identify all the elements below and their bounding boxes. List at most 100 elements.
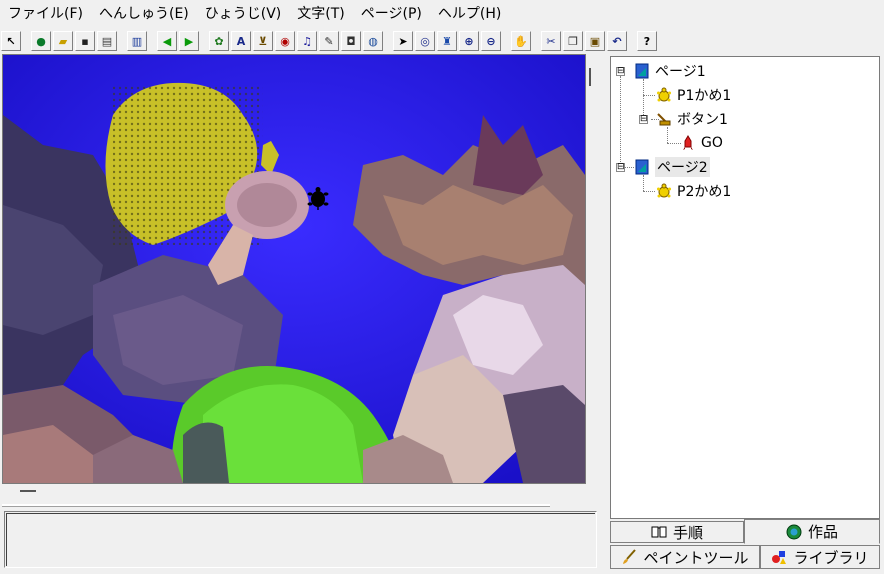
turtle-sprite-icon[interactable] — [307, 186, 329, 210]
toolbar-separator — [148, 30, 156, 52]
copy-icon: ❐ — [568, 34, 578, 48]
horizontal-scroll-indicator[interactable] — [20, 490, 36, 492]
movie-camera-button[interactable]: ◘ — [341, 31, 361, 51]
select-arrow-button[interactable]: ➤ — [393, 31, 413, 51]
select-arrow-icon: ➤ — [398, 34, 408, 48]
vertical-scroll-indicator[interactable] — [589, 68, 591, 86]
toolbar-separator — [628, 30, 636, 52]
tab-paint-tool-label: ペイントツール — [643, 548, 749, 567]
pen-tool-button[interactable]: ✎ — [319, 31, 339, 51]
zoom-in-icon: ⊕ — [464, 34, 474, 48]
tree-node-label: GO — [701, 135, 723, 151]
cut-button[interactable]: ✂ — [541, 31, 561, 51]
toolbar-separator — [200, 30, 208, 52]
globe-world-icon: ◍ — [368, 34, 378, 48]
music-note-icon: ♫ — [302, 34, 312, 48]
tree-node-label: P2かめ1 — [677, 184, 732, 200]
tab-library[interactable]: ライブラリ — [760, 545, 880, 569]
text-box-button[interactable]: A — [231, 31, 251, 51]
toolbar: ↖ ● ▰ ▪ ▤ ▥ ◀ ▶ ✿ A ⊻ ◉ ♫ ✎ ◘ ◍ ➤ ◎ ♜ ⊕ ⊖ ✋ ✂ ❐ ▣ ↶? — [0, 28, 884, 54]
tree-node-page2[interactable]: ページ2 — [633, 156, 710, 178]
tree-node-go[interactable]: GO — [679, 132, 723, 154]
pointer-tool-icon: ↖ — [6, 34, 16, 48]
menu-page[interactable]: ページ(P) — [353, 0, 430, 28]
page-view-button[interactable]: ▥ — [127, 31, 147, 51]
paste-icon: ▣ — [589, 34, 601, 48]
globe-icon — [786, 524, 802, 539]
paste-button[interactable]: ▣ — [585, 31, 605, 51]
arrow-right-icon: ▶ — [184, 34, 194, 48]
eye-button[interactable]: ◎ — [415, 31, 435, 51]
stamp-icon: ♜ — [442, 34, 452, 48]
button-icon — [655, 110, 673, 128]
open-folder-icon: ▰ — [58, 34, 68, 48]
tree-node-page1[interactable]: ページ1 — [633, 60, 706, 82]
stage-canvas[interactable] — [2, 54, 586, 484]
globe-button[interactable]: ● — [31, 31, 51, 51]
arrow-left-icon: ◀ — [162, 34, 172, 48]
toolbar-separator — [118, 30, 126, 52]
menu-view[interactable]: ひょうじ(V) — [197, 0, 290, 28]
tree-node-label: ボタン1 — [677, 112, 728, 128]
turtle-tool-button[interactable]: ✿ — [209, 31, 229, 51]
shapes-icon — [772, 551, 787, 564]
zoom-out-button[interactable]: ⊖ — [481, 31, 501, 51]
save-disk-button[interactable]: ▪ — [75, 31, 95, 51]
open-folder-button[interactable]: ▰ — [53, 31, 73, 51]
arrow-left-button[interactable]: ◀ — [157, 31, 177, 51]
menu-text[interactable]: 文字(T) — [289, 0, 352, 28]
turtle-icon — [655, 182, 673, 200]
paintbrush-icon — [623, 549, 637, 564]
page-icon — [633, 158, 651, 176]
globe-icon: ● — [36, 34, 46, 48]
button-tool-icon: ⊻ — [258, 34, 268, 48]
canvas-divider — [2, 504, 550, 507]
stop-hand-button[interactable]: ✋ — [511, 31, 531, 51]
arrow-right-button[interactable]: ▶ — [179, 31, 199, 51]
button-tool-button[interactable]: ⊻ — [253, 31, 273, 51]
eye-icon: ◎ — [420, 34, 430, 48]
menu-edit[interactable]: へんしゅう(E) — [91, 0, 197, 28]
tree-node-label: ページ1 — [655, 64, 706, 80]
undo-button[interactable]: ↶ — [607, 31, 627, 51]
tree-expander-button1[interactable]: ⊟ — [639, 115, 648, 124]
toolbar-separator — [502, 30, 510, 52]
page-icon — [633, 62, 651, 80]
tab-procedure[interactable]: 手順 — [610, 521, 744, 543]
help-button[interactable]: ? — [637, 31, 657, 51]
tab-paint-tool[interactable]: ペイントツール — [610, 545, 760, 569]
music-note-button[interactable]: ♫ — [297, 31, 317, 51]
globe-world-button[interactable]: ◍ — [363, 31, 383, 51]
text-box-icon: A — [236, 34, 246, 48]
print-icon: ▤ — [101, 34, 113, 48]
tree-expander-page1[interactable]: ⊟ — [616, 67, 625, 76]
tree-node-label: P1かめ1 — [677, 88, 732, 104]
rocket-icon — [679, 134, 697, 152]
tab-library-label: ライブラリ — [793, 548, 869, 567]
toolbar-separator — [22, 30, 30, 52]
menu-help[interactable]: ヘルプ(H) — [430, 0, 509, 28]
tree-node-button1[interactable]: ボタン1 — [655, 108, 728, 130]
tab-work[interactable]: 作品 — [744, 519, 880, 544]
toolbar-separator — [532, 30, 540, 52]
zoom-out-icon: ⊖ — [486, 34, 496, 48]
page-view-icon: ▥ — [131, 34, 143, 48]
tree-expander-page2[interactable]: ⊟ — [616, 163, 625, 172]
tree-node-p1-turtle1[interactable]: P1かめ1 — [655, 84, 731, 106]
cut-icon: ✂ — [546, 34, 556, 48]
print-button[interactable]: ▤ — [97, 31, 117, 51]
pointer-tool-button[interactable]: ↖ — [1, 31, 21, 51]
eye-view-icon: ◉ — [280, 34, 290, 48]
menu-bar: ファイル(F) へんしゅう(E) ひょうじ(V) 文字(T) ページ(P) ヘル… — [0, 0, 884, 28]
help-icon: ? — [643, 34, 651, 48]
tree-node-p2-turtle1[interactable]: P2かめ1 — [655, 180, 731, 202]
zoom-in-button[interactable]: ⊕ — [459, 31, 479, 51]
tab-procedure-label: 手順 — [672, 523, 703, 542]
aquarium-background-image — [3, 55, 585, 483]
eye-view-button[interactable]: ◉ — [275, 31, 295, 51]
pen-tool-icon: ✎ — [324, 34, 334, 48]
save-disk-icon: ▪ — [81, 34, 89, 48]
copy-button[interactable]: ❐ — [563, 31, 583, 51]
stamp-button[interactable]: ♜ — [437, 31, 457, 51]
menu-file[interactable]: ファイル(F) — [0, 0, 91, 28]
